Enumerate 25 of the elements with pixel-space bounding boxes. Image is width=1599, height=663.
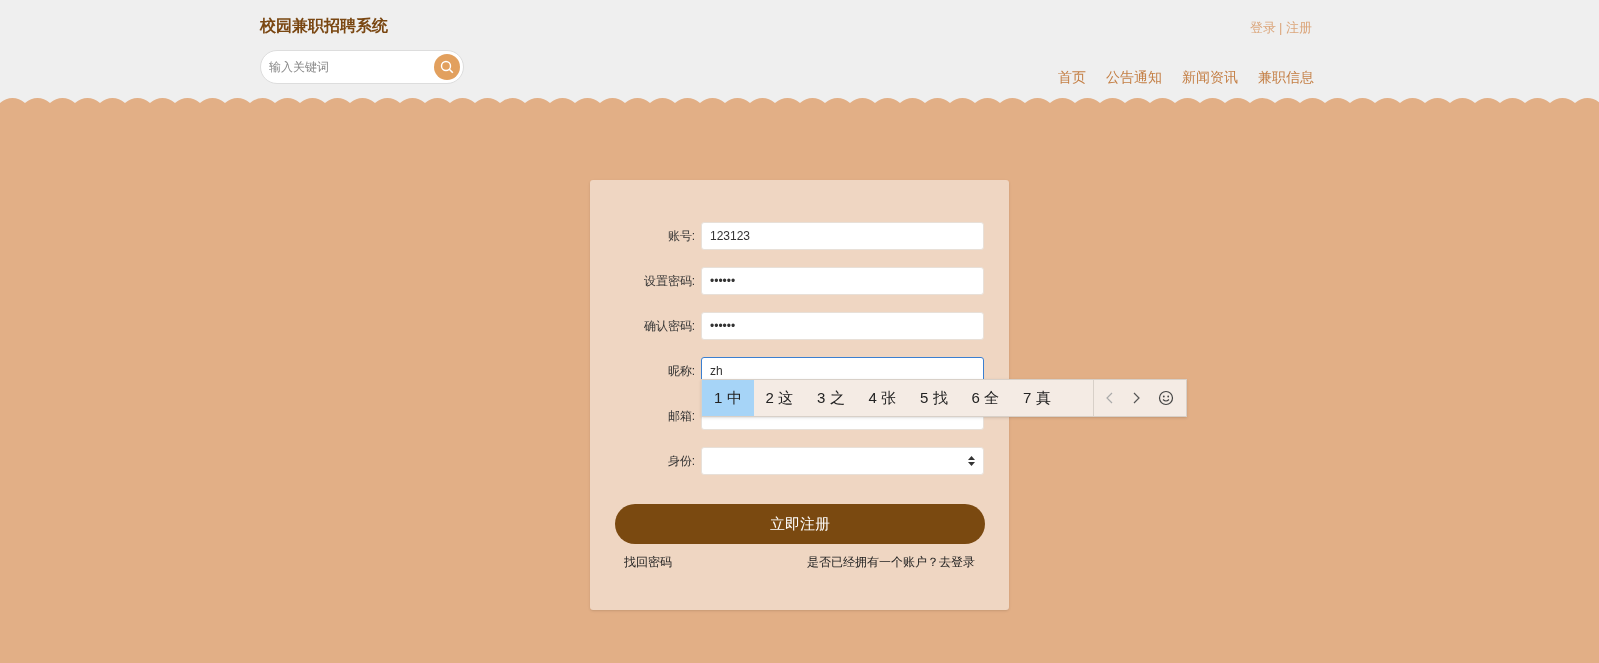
forgot-password-link[interactable]: 找回密码 — [624, 553, 672, 571]
ime-candidate[interactable]: 1 中 — [702, 380, 754, 416]
register-button[interactable]: 立即注册 — [615, 504, 985, 544]
field-label: 确认密码: — [642, 318, 696, 335]
sort-arrows-icon — [968, 456, 975, 466]
search-button[interactable] — [433, 54, 460, 80]
input-field[interactable]: 123123 — [701, 222, 984, 250]
input-field[interactable]: •••••• — [701, 267, 984, 295]
field-label: 邮箱: — [666, 408, 696, 425]
smiley-icon[interactable] — [1158, 390, 1174, 406]
chevron-right-icon[interactable] — [1132, 392, 1140, 404]
select-field[interactable] — [701, 447, 984, 475]
chevron-left-icon[interactable] — [1106, 392, 1114, 404]
field-label: 账号: — [666, 228, 696, 245]
field-label: 昵称: — [666, 363, 696, 380]
login-link[interactable]: 是否已经拥有一个账户？去登录 — [807, 553, 975, 571]
site-title: 校园兼职招聘系统 — [259, 16, 389, 36]
separator: | — [1279, 19, 1283, 37]
search-icon — [439, 60, 454, 74]
field-label: 身份: — [666, 453, 696, 470]
field-label: 设置密码: — [642, 273, 696, 290]
search-input[interactable]: 输入关键词 — [268, 58, 419, 76]
ime-candidate[interactable]: 7 真 — [1011, 380, 1063, 416]
search-field[interactable]: 输入关键词 — [259, 50, 464, 84]
input-field[interactable]: •••••• — [701, 312, 984, 340]
